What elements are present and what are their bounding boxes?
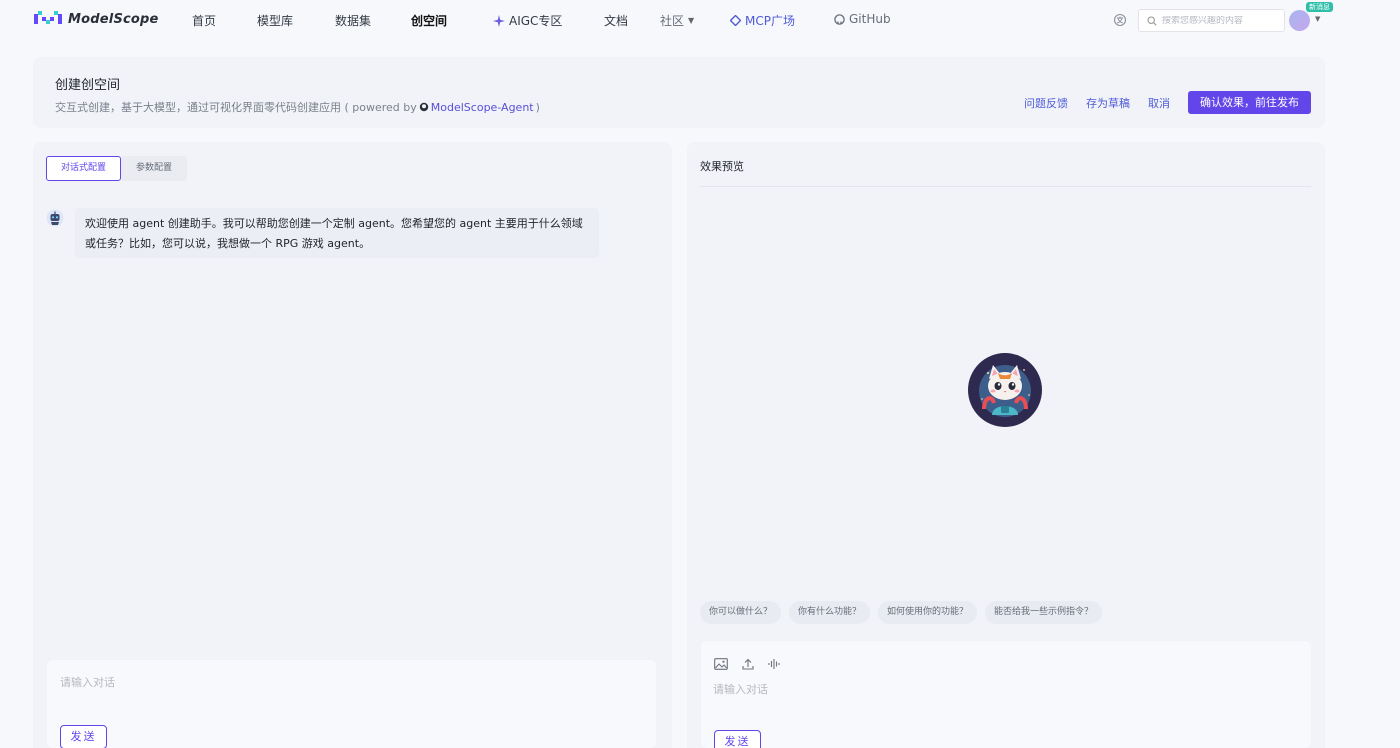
save-draft-button[interactable]: 存为草稿 — [1086, 95, 1130, 111]
confirm-publish-button[interactable]: 确认效果，前往发布 — [1188, 91, 1311, 114]
header-actions: 问题反馈 存为草稿 取消 确认效果，前往发布 — [1024, 91, 1311, 114]
nav-item-label: MCP广场 — [745, 14, 795, 28]
github-icon — [419, 102, 428, 112]
search-box[interactable] — [1138, 9, 1285, 32]
caret-down-icon: ▼ — [688, 16, 695, 25]
tab-param-config[interactable]: 参数配置 — [121, 156, 188, 181]
nav-item-label: 创空间 — [411, 14, 448, 28]
preview-chat-input[interactable] — [713, 681, 1293, 703]
nav-item-home[interactable]: 首页 — [192, 12, 216, 29]
image-icon[interactable] — [714, 658, 728, 670]
nav-item-label: 模型库 — [257, 14, 294, 28]
config-chat-input-box: 发送 — [47, 660, 656, 748]
divider — [700, 186, 1311, 187]
nav-item-github[interactable]: GitHub — [834, 12, 891, 26]
nav-item-label: 社区 — [660, 14, 685, 28]
sparkle-icon — [493, 14, 505, 27]
preview-title: 效果预览 — [700, 160, 744, 173]
github-icon — [834, 13, 845, 25]
agent-avatar-icon — [968, 353, 1042, 427]
preview-chat-input-box: 发送 — [701, 641, 1311, 748]
subtitle-suffix: ) — [535, 100, 540, 114]
subtitle-text: 交互式创建，基于大模型，通过可视化界面零代码创建应用 ( powered by — [55, 101, 417, 114]
nav-item-label: 数据集 — [335, 14, 372, 28]
notification-badge[interactable]: 新消息 — [1306, 2, 1333, 12]
nav-item-label: 文档 — [604, 14, 629, 28]
preview-panel: 效果预览 你可以做什么？ 你有什么功能？ 如何使用你的功能？ 能否给我一些示例指… — [687, 142, 1325, 748]
nav-item-label: AIGC专区 — [509, 14, 563, 28]
caret-down-icon[interactable]: ▼ — [1315, 15, 1320, 23]
config-chat-input[interactable] — [60, 674, 640, 696]
brand-name: ModelScope — [68, 11, 159, 27]
nav-item-mcp[interactable]: MCP广场 — [730, 12, 795, 29]
suggestion-chip[interactable]: 能否给我一些示例指令？ — [985, 601, 1103, 624]
tab-chat-config[interactable]: 对话式配置 — [46, 156, 122, 181]
suggestion-chip[interactable]: 你可以做什么？ — [700, 601, 782, 624]
nav-item-label: GitHub — [849, 12, 891, 26]
page-subtitle: 交互式创建，基于大模型，通过可视化界面零代码创建应用 ( powered by … — [55, 99, 540, 115]
nav-item-label: 首页 — [192, 14, 217, 28]
nav-item-studios[interactable]: 创空间 — [411, 12, 447, 29]
suggestion-chip[interactable]: 如何使用你的功能？ — [878, 601, 978, 624]
audio-icon[interactable] — [768, 658, 780, 670]
bot-avatar-icon — [46, 209, 64, 227]
config-panel: 对话式配置 参数配置 欢迎使用 agent 创建助手。我可以帮助您创建一个定制 … — [33, 142, 672, 748]
nav-item-aigc[interactable]: AIGC专区 — [493, 12, 562, 29]
nav-item-docs[interactable]: 文档 — [604, 12, 628, 29]
suggested-questions: 你可以做什么？ 你有什么功能？ 如何使用你的功能？ 能否给我一些示例指令？ — [700, 601, 1103, 624]
agent-link-label: ModelScope-Agent — [430, 100, 534, 114]
nav-item-models[interactable]: 模型库 — [257, 12, 293, 29]
translate-icon[interactable] — [1113, 13, 1127, 27]
nav-item-datasets[interactable]: 数据集 — [335, 12, 371, 29]
top-navigation: ModelScope 首页 模型库 数据集 创空间 AIGC专区 文档 社区 ▼… — [0, 0, 1400, 40]
search-icon — [1147, 15, 1157, 26]
diamond-icon — [730, 15, 741, 26]
send-button[interactable]: 发送 — [60, 725, 107, 748]
upload-icon[interactable] — [742, 658, 754, 670]
modelscope-logo-icon — [34, 11, 62, 24]
user-avatar[interactable] — [1289, 10, 1310, 31]
cancel-button[interactable]: 取消 — [1148, 95, 1170, 111]
send-button[interactable]: 发送 — [714, 730, 761, 748]
create-studio-header: 创建创空间 交互式创建，基于大模型，通过可视化界面零代码创建应用 ( power… — [33, 57, 1325, 128]
input-toolbar — [714, 658, 780, 670]
suggestion-chip[interactable]: 你有什么功能？ — [789, 601, 871, 624]
feedback-button[interactable]: 问题反馈 — [1024, 95, 1068, 111]
assistant-message: 欢迎使用 agent 创建助手。我可以帮助您创建一个定制 agent。您希望您的… — [75, 208, 599, 258]
search-input[interactable] — [1162, 15, 1282, 26]
modelscope-logo[interactable]: ModelScope — [34, 11, 159, 27]
nav-item-community[interactable]: 社区 ▼ — [660, 12, 694, 29]
page-title: 创建创空间 — [55, 78, 121, 93]
modelscope-agent-link[interactable]: ModelScope-Agent — [419, 101, 534, 114]
